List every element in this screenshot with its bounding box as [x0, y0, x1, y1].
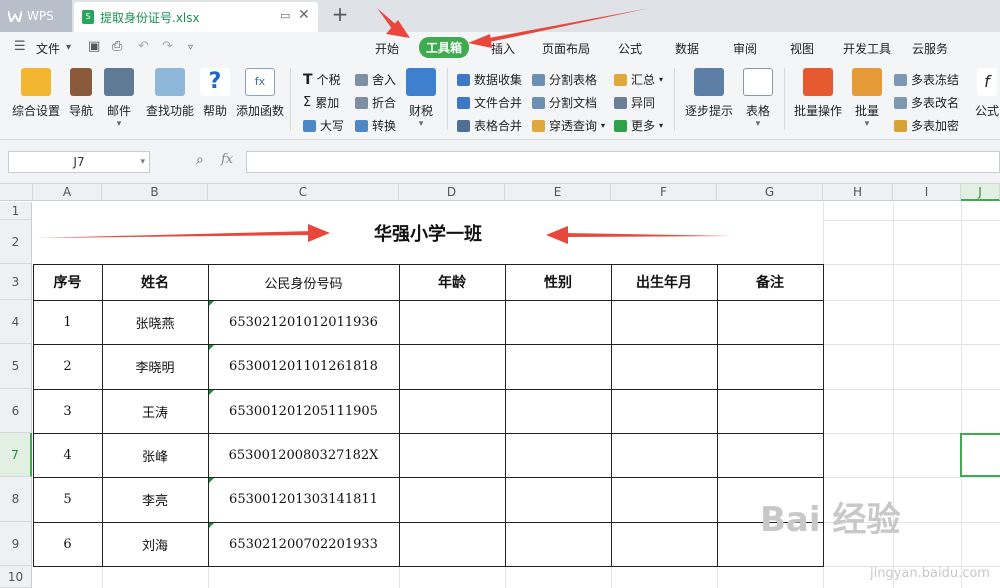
red-arrow-right-of-title — [546, 226, 732, 244]
baidu-watermark-url: jingyan.baidu.com — [870, 566, 990, 581]
baidu-watermark-logo: Bai 经验 — [760, 500, 901, 540]
red-arrow-left-of-title — [36, 224, 330, 242]
red-arrow-to-toolbox-top — [377, 8, 410, 38]
red-arrow-to-toolbox-right — [468, 8, 650, 48]
